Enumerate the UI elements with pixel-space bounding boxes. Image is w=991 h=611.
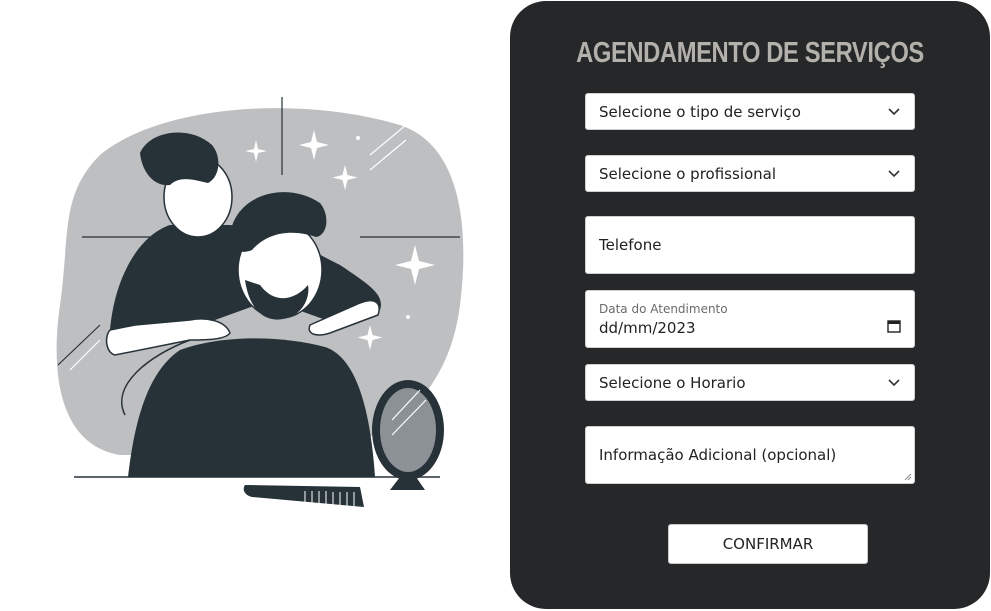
resize-handle-icon[interactable] bbox=[904, 473, 912, 481]
chevron-down-icon bbox=[887, 105, 901, 119]
form-title: AGENDAMENTO DE SERVIÇOS bbox=[576, 37, 924, 69]
calendar-icon[interactable] bbox=[887, 319, 901, 337]
additional-info-textarea[interactable]: Informação Adicional (opcional) bbox=[585, 426, 915, 484]
date-value: dd/mm/2023 bbox=[599, 319, 696, 337]
phone-placeholder: Telefone bbox=[599, 236, 662, 254]
professional-select[interactable]: Selecione o profissional bbox=[585, 155, 915, 192]
phone-input[interactable]: Telefone bbox=[585, 216, 915, 274]
time-select[interactable]: Selecione o Horario bbox=[585, 364, 915, 401]
comb bbox=[243, 485, 364, 507]
date-label: Data do Atendimento bbox=[599, 302, 728, 316]
time-value: Selecione o Horario bbox=[599, 373, 746, 392]
service-type-value: Selecione o tipo de serviço bbox=[599, 102, 801, 121]
additional-info-placeholder: Informação Adicional (opcional) bbox=[599, 446, 837, 464]
chevron-down-icon bbox=[887, 167, 901, 181]
service-type-select[interactable]: Selecione o tipo de serviço bbox=[585, 93, 915, 130]
confirm-button[interactable]: CONFIRMAR bbox=[668, 524, 868, 564]
barber-illustration bbox=[56, 97, 464, 507]
chevron-down-icon bbox=[887, 376, 901, 390]
booking-panel: AGENDAMENTO DE SERVIÇOS Selecione o tipo… bbox=[510, 1, 990, 609]
professional-value: Selecione o profissional bbox=[599, 164, 777, 183]
date-input[interactable]: Data do Atendimento dd/mm/2023 bbox=[585, 290, 915, 348]
